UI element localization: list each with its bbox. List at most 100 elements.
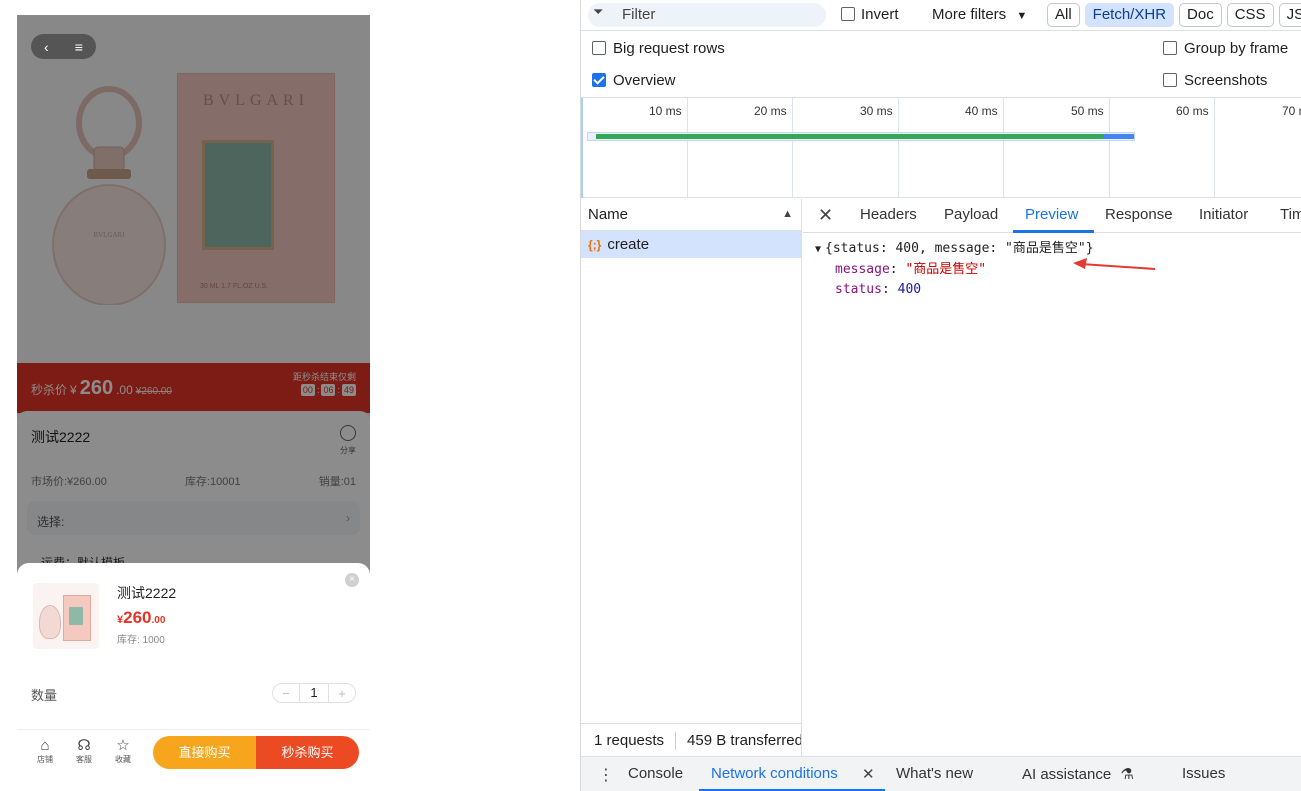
tick-label: 50 ms <box>1071 104 1104 118</box>
service-button[interactable]: ☊ 客服 <box>71 738 97 765</box>
tick-label: 70 ms <box>1282 104 1301 118</box>
transfer-size: 459 B transferred <box>687 732 802 749</box>
timeline-tick <box>792 98 793 198</box>
json-message-row: message: "商品是售空" <box>835 262 987 277</box>
drawer-tabbar: ⋮ Console Network conditions ✕ What's ne… <box>581 756 1301 791</box>
overview-timeline[interactable]: 10 ms 20 ms 30 ms 40 ms 50 ms 60 ms 70 m… <box>581 97 1301 198</box>
sheet-stock: 库存: 1000 <box>117 635 165 646</box>
caret-down-icon: ▼ <box>1016 10 1028 22</box>
type-filter-chips: All Fetch/XHR Doc CSS JS <box>1047 3 1301 27</box>
ai-assistance-label: AI assistance <box>1022 766 1112 783</box>
chip-all[interactable]: All <box>1047 3 1080 27</box>
store-label: 店铺 <box>37 755 53 764</box>
drawer-tab-network-conditions[interactable]: Network conditions <box>711 765 838 782</box>
name-column-header[interactable]: Name ▲ <box>581 199 801 231</box>
flask-icon: ⚗ <box>1120 766 1134 783</box>
json-value-status: 400 <box>897 282 922 297</box>
timeline-tick <box>1214 98 1215 198</box>
store-button[interactable]: ⌂ 店铺 <box>32 738 58 765</box>
tick-label: 20 ms <box>754 104 787 118</box>
json-preview: ▼ {status: 400, message: "商品是售空"} message… <box>815 239 1094 300</box>
close-icon[interactable]: ✕ <box>862 765 875 783</box>
tick-label: 60 ms <box>1176 104 1209 118</box>
request-list: Name ▲ {;} create <box>581 199 802 756</box>
modal-overlay[interactable]: ‹ ≡ <box>17 15 370 575</box>
invert-label: Invert <box>861 6 899 23</box>
screenshots-label: Screenshots <box>1184 72 1268 89</box>
tick-label: 40 ms <box>965 104 998 118</box>
tick-label: 30 ms <box>860 104 893 118</box>
filter-bar: Filter ⏷ Invert More filters ▼ All Fetch… <box>581 0 1301 31</box>
screenshots-option[interactable]: Screenshots <box>1163 72 1267 89</box>
json-summary-row[interactable]: ▼ {status: 400, message: "商品是售空"} <box>815 239 1094 260</box>
group-by-frame-label: Group by frame <box>1184 40 1289 57</box>
request-row[interactable]: {;} create <box>581 231 801 258</box>
tab-timing[interactable]: Timing <box>1280 206 1301 223</box>
checkbox-checked-icon <box>592 73 606 87</box>
request-count: 1 requests <box>594 732 665 749</box>
json-key-message: message <box>835 262 890 277</box>
drawer-tab-whats-new[interactable]: What's new <box>896 765 973 782</box>
overview-option[interactable]: Overview <box>592 72 676 89</box>
favorite-button[interactable]: ☆ 收藏 <box>110 738 136 765</box>
close-icon[interactable]: ✕ <box>818 205 833 226</box>
tab-preview[interactable]: Preview <box>1025 206 1078 223</box>
close-icon[interactable]: × <box>345 573 359 587</box>
name-header-label: Name <box>588 206 629 223</box>
chip-fetch-xhr[interactable]: Fetch/XHR <box>1084 3 1175 27</box>
json-summary: {status: 400, message: "商品是售空"} <box>825 241 1094 256</box>
chip-doc[interactable]: Doc <box>1179 3 1222 27</box>
checkbox-icon <box>841 7 855 21</box>
store-icon: ⌂ <box>40 737 50 754</box>
timeline-download-bar <box>1104 134 1134 139</box>
active-tab-indicator <box>1013 230 1094 233</box>
drawer-tab-issues[interactable]: Issues <box>1182 765 1225 782</box>
tab-initiator[interactable]: Initiator <box>1199 206 1248 223</box>
chevron-left-icon[interactable]: ‹ <box>44 39 49 55</box>
json-key-status: status <box>835 282 882 297</box>
big-request-rows-option[interactable]: Big request rows <box>592 40 725 57</box>
expand-triangle-icon[interactable]: ▼ <box>815 244 821 255</box>
more-filters-dropdown[interactable]: More filters ▼ <box>932 6 1027 23</box>
star-icon: ☆ <box>116 737 130 754</box>
sheet-price-dec: .00 <box>151 615 166 626</box>
quantity-minus-button[interactable]: − <box>273 686 299 701</box>
chip-css[interactable]: CSS <box>1226 3 1274 27</box>
chip-js[interactable]: JS <box>1278 3 1301 27</box>
headset-icon: ☊ <box>77 737 91 754</box>
json-icon: {;} <box>588 237 602 252</box>
buy-flash-button[interactable]: 秒杀购买 <box>256 736 359 769</box>
filter-icon: ⏷ <box>593 4 604 19</box>
big-request-rows-label: Big request rows <box>613 40 725 57</box>
tab-payload[interactable]: Payload <box>944 206 998 223</box>
drawer-tab-ai-assistance[interactable]: AI assistance ⚗ <box>1022 765 1134 783</box>
invert-checkbox[interactable]: Invert <box>841 6 899 23</box>
tab-headers[interactable]: Headers <box>860 206 917 223</box>
buy-direct-button[interactable]: 直接购买 <box>153 736 256 769</box>
service-label: 客服 <box>76 755 92 764</box>
checkbox-icon <box>1163 41 1177 55</box>
sheet-price-int: 260 <box>123 608 152 627</box>
checkbox-icon <box>592 41 606 55</box>
timeline-selection-handle[interactable] <box>581 98 583 198</box>
json-status-row: status: 400 <box>835 282 922 297</box>
timeline-tick <box>898 98 899 198</box>
tab-response[interactable]: Response <box>1105 206 1173 223</box>
detail-tabs: ✕ Headers Payload Preview Response Initi… <box>803 199 1301 233</box>
overview-label: Overview <box>613 72 676 89</box>
drawer-tab-console[interactable]: Console <box>628 765 683 782</box>
quantity-plus-button[interactable]: + <box>329 686 355 701</box>
mobile-preview: BVLGARI BVLGARI 30 ML 1.7 FL.OZ.U.S. 秒杀价… <box>17 15 370 775</box>
favorite-label: 收藏 <box>115 755 131 764</box>
menu-icon[interactable]: ≡ <box>75 39 83 55</box>
kebab-menu-icon[interactable]: ⋮ <box>598 765 614 785</box>
request-detail-pane: ✕ Headers Payload Preview Response Initi… <box>803 199 1301 756</box>
product-thumbnail <box>33 583 99 649</box>
quantity-stepper: − 1 + <box>272 683 356 703</box>
quantity-input[interactable]: 1 <box>299 684 329 702</box>
timeline-waiting-bar <box>596 134 1104 139</box>
annotation-arrow-icon <box>1073 258 1156 270</box>
more-filters-label: More filters <box>932 6 1007 23</box>
group-by-frame-option[interactable]: Group by frame <box>1163 40 1288 57</box>
filter-input[interactable]: Filter <box>588 3 826 27</box>
